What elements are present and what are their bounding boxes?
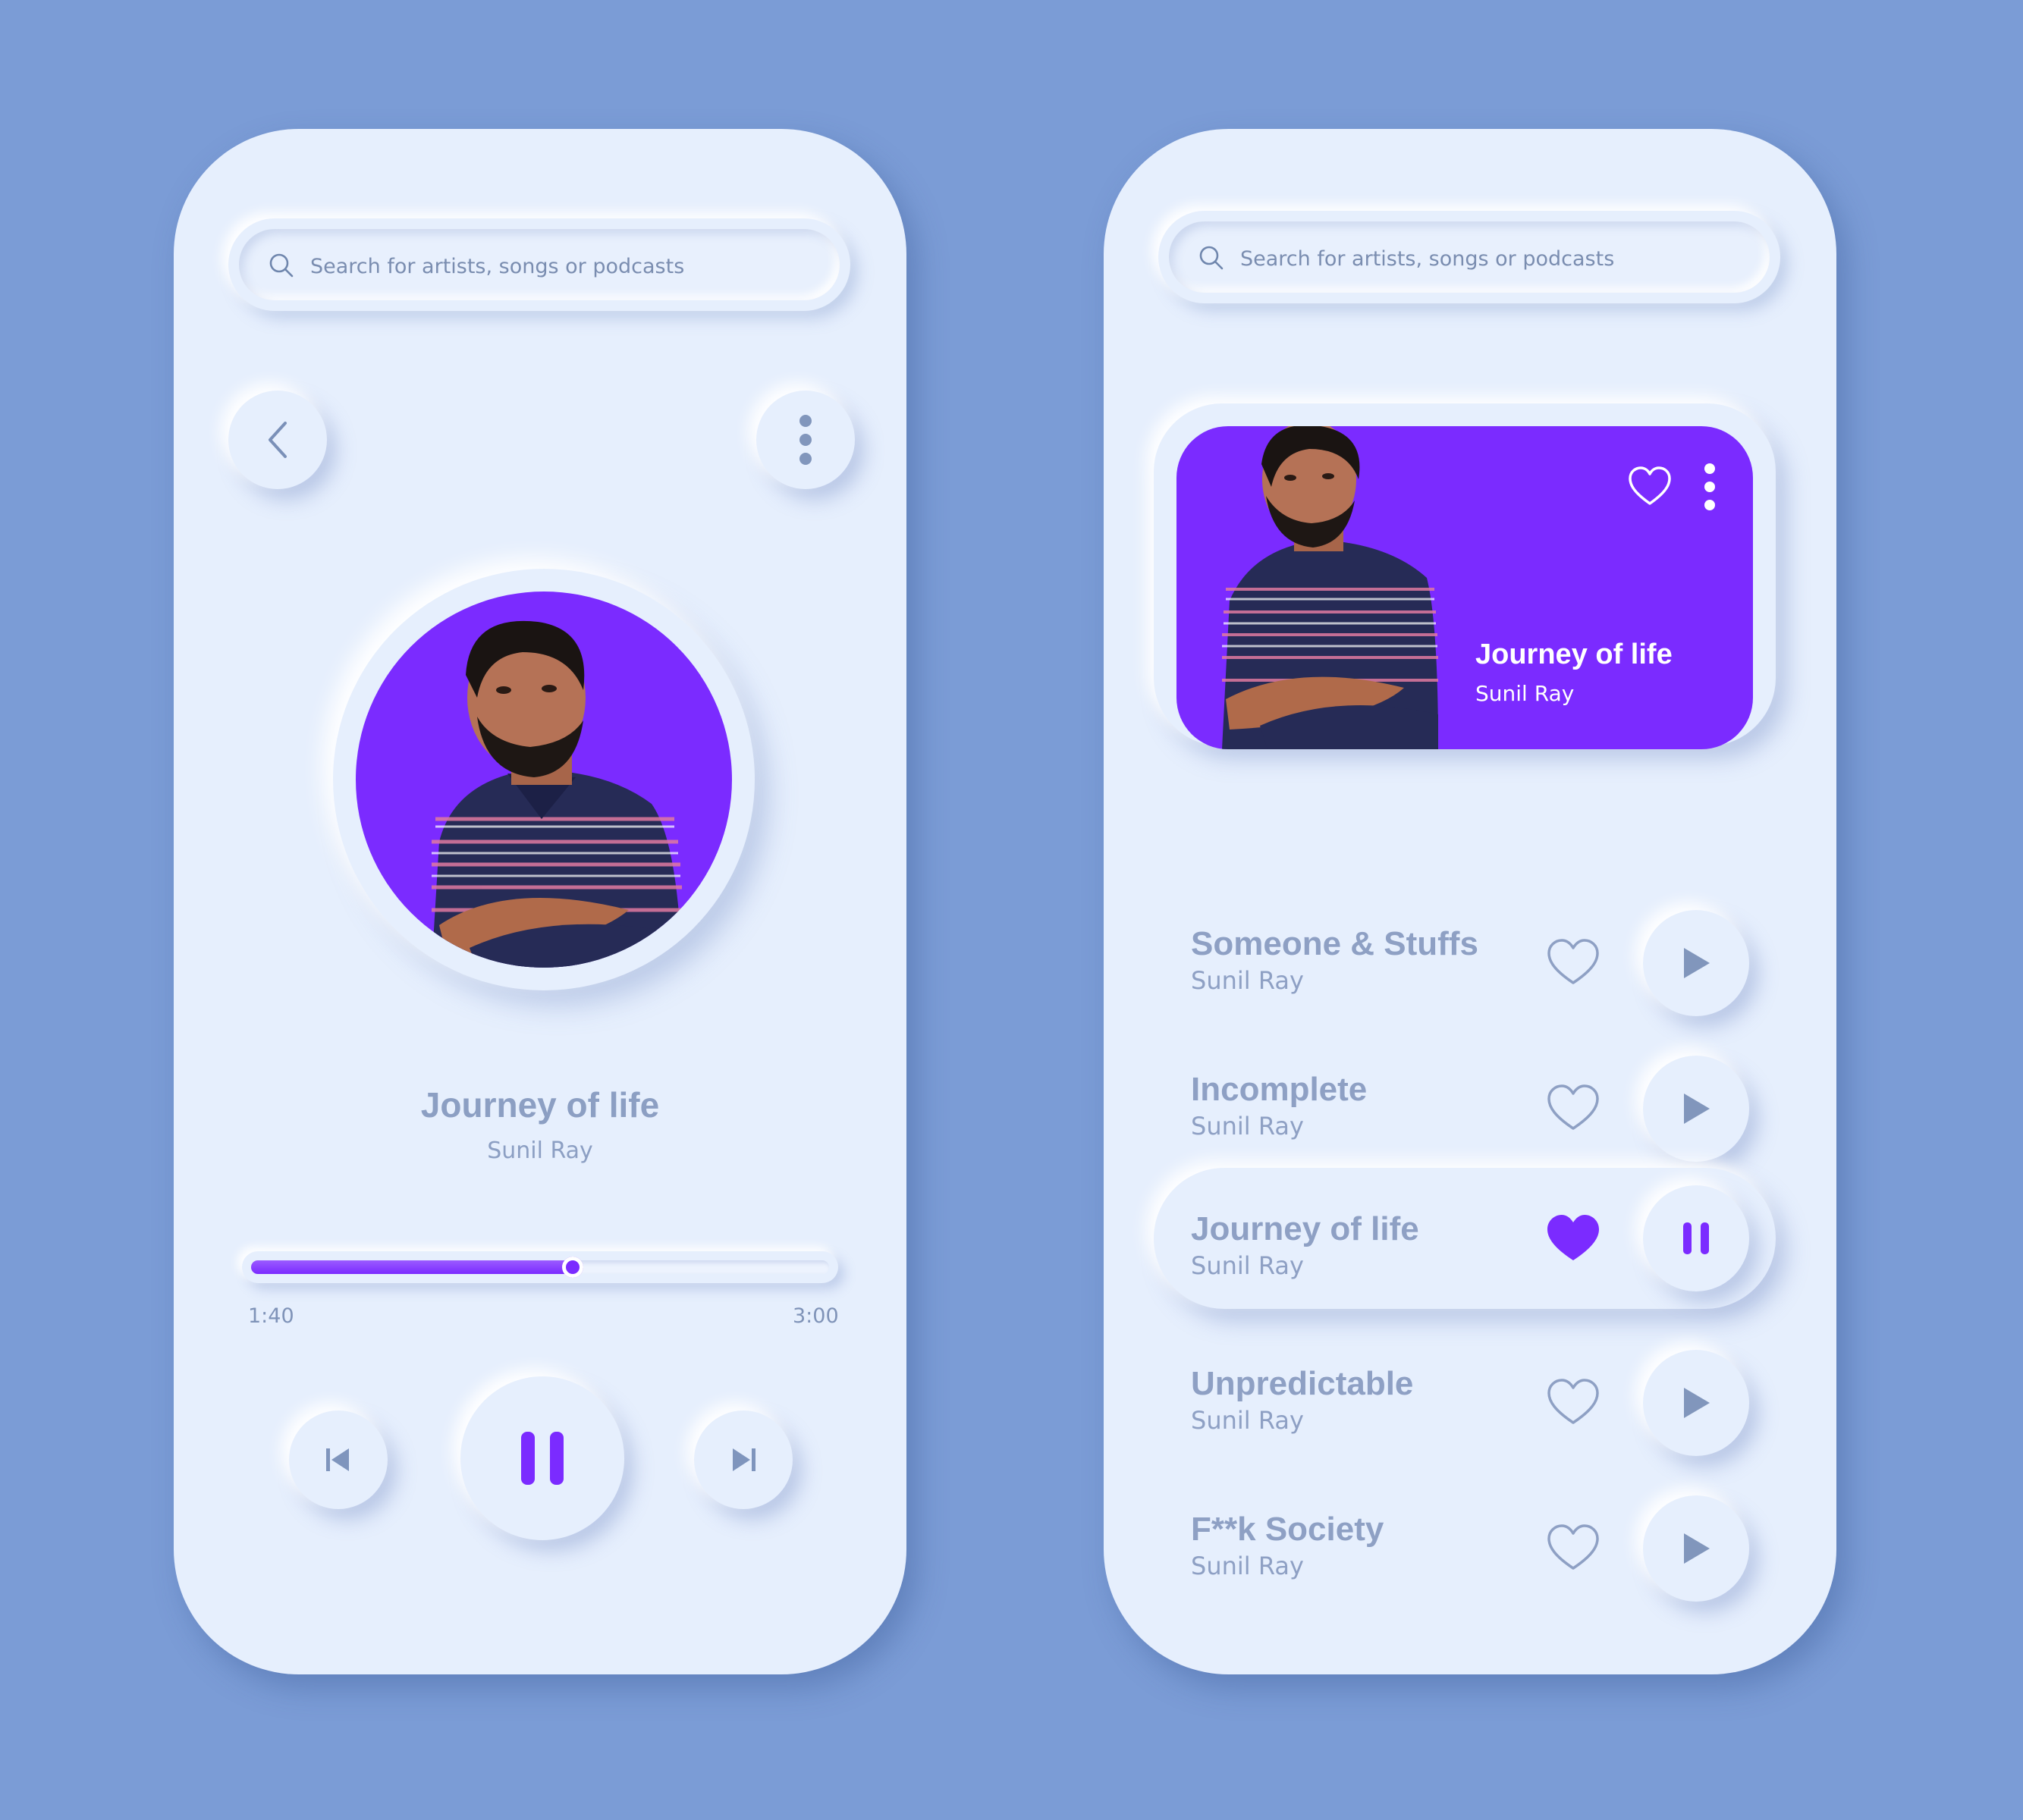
pause-button[interactable] bbox=[460, 1376, 624, 1540]
back-button[interactable] bbox=[228, 391, 327, 489]
featured-artist: Sunil Ray bbox=[1475, 681, 1575, 706]
play-button[interactable] bbox=[1643, 1350, 1749, 1456]
next-button[interactable] bbox=[694, 1410, 793, 1509]
pause-button[interactable] bbox=[1643, 1185, 1749, 1291]
playlist-screen: Journey of life Sunil Ray Someone & Stuf… bbox=[1104, 129, 1836, 1674]
track-artist: Sunil Ray bbox=[1191, 1112, 1304, 1141]
more-options-button[interactable] bbox=[756, 391, 855, 489]
artist-name: Sunil Ray bbox=[487, 1138, 593, 1164]
featured-title: Journey of life bbox=[1475, 639, 1673, 670]
play-icon bbox=[1684, 1388, 1710, 1418]
progress-track bbox=[251, 1257, 829, 1278]
more-vertical-icon[interactable] bbox=[1698, 463, 1721, 511]
track-title: Journey of life bbox=[1191, 1210, 1419, 1247]
heart-icon[interactable] bbox=[1546, 1377, 1600, 1427]
track-row[interactable]: F**k Society Sunil Ray bbox=[1104, 1495, 1836, 1655]
track-artist: Sunil Ray bbox=[1191, 966, 1304, 995]
elapsed-time: 1:40 bbox=[248, 1304, 294, 1328]
search-bar bbox=[228, 218, 850, 311]
search-input[interactable] bbox=[309, 243, 797, 290]
progress-fill bbox=[251, 1260, 573, 1274]
track-title: Unpredictable bbox=[1191, 1365, 1414, 1402]
search-field-container[interactable] bbox=[1169, 221, 1770, 293]
track-row-playing[interactable]: Journey of life Sunil Ray bbox=[1154, 1168, 1776, 1309]
play-icon bbox=[1684, 1094, 1710, 1124]
pause-icon bbox=[521, 1432, 564, 1485]
heart-icon[interactable] bbox=[1546, 1213, 1600, 1263]
featured-card-frame: Journey of life Sunil Ray bbox=[1154, 403, 1776, 749]
play-icon bbox=[1684, 948, 1710, 978]
search-icon bbox=[269, 253, 294, 278]
song-title: Journey of life bbox=[420, 1085, 660, 1125]
track-row[interactable]: Someone & Stuffs Sunil Ray bbox=[1104, 910, 1836, 1069]
track-artist: Sunil Ray bbox=[1191, 1552, 1304, 1580]
play-icon bbox=[1684, 1533, 1710, 1564]
skip-next-icon bbox=[733, 1448, 755, 1471]
now-playing-screen: Journey of life Sunil Ray 1:40 3:00 bbox=[174, 129, 906, 1674]
progress-bar[interactable] bbox=[242, 1251, 838, 1283]
play-button[interactable] bbox=[1643, 910, 1749, 1016]
track-row[interactable]: Unpredictable Sunil Ray bbox=[1104, 1350, 1836, 1509]
heart-icon[interactable] bbox=[1546, 1523, 1600, 1573]
track-artist: Sunil Ray bbox=[1191, 1251, 1304, 1280]
search-input[interactable] bbox=[1239, 235, 1727, 282]
heart-icon[interactable] bbox=[1627, 464, 1673, 510]
heart-icon[interactable] bbox=[1546, 1083, 1600, 1133]
pause-icon bbox=[1683, 1222, 1709, 1254]
track-title: F**k Society bbox=[1191, 1511, 1384, 1548]
chevron-left-icon bbox=[269, 422, 287, 458]
play-button[interactable] bbox=[1643, 1495, 1749, 1602]
track-artist: Sunil Ray bbox=[1191, 1406, 1304, 1435]
total-duration: 3:00 bbox=[793, 1304, 839, 1328]
progress-handle[interactable] bbox=[561, 1257, 583, 1278]
track-title: Incomplete bbox=[1191, 1071, 1368, 1108]
more-vertical-icon bbox=[799, 415, 812, 465]
featured-card[interactable]: Journey of life Sunil Ray bbox=[1176, 426, 1753, 749]
previous-button[interactable] bbox=[289, 1410, 388, 1509]
skip-previous-icon bbox=[326, 1448, 349, 1471]
search-icon bbox=[1199, 246, 1224, 270]
search-field-container[interactable] bbox=[239, 229, 840, 300]
track-title: Someone & Stuffs bbox=[1191, 925, 1478, 962]
artist-photo bbox=[432, 620, 682, 968]
artist-photo bbox=[1222, 426, 1438, 749]
heart-icon[interactable] bbox=[1546, 937, 1600, 987]
play-button[interactable] bbox=[1643, 1056, 1749, 1162]
album-art-frame bbox=[333, 569, 755, 990]
search-bar bbox=[1158, 211, 1780, 303]
album-art bbox=[356, 592, 732, 968]
